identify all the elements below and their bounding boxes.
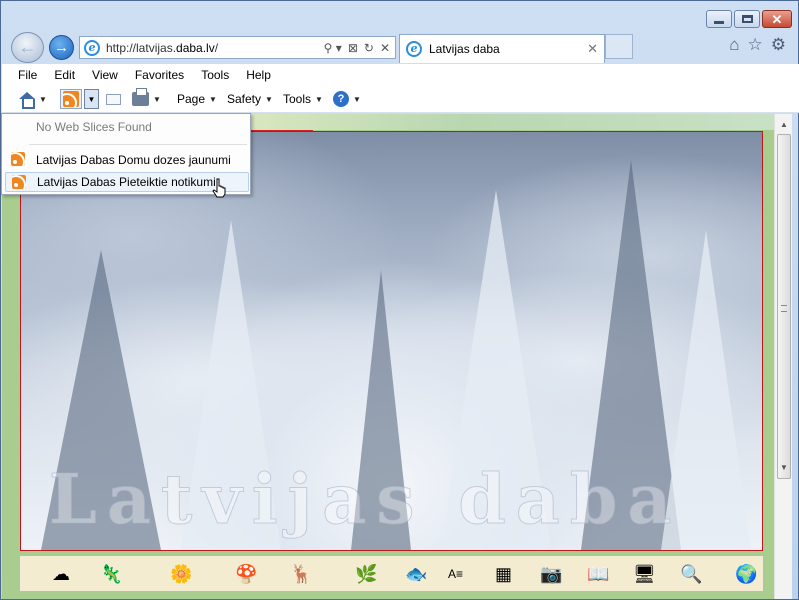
fish-icon[interactable]: 🐟	[405, 564, 427, 584]
tools-gear-icon[interactable]: ⚙	[771, 35, 786, 55]
tools-menu[interactable]: Tools ▼	[283, 89, 323, 109]
vertical-scrollbar[interactable]: ▲ ▼	[774, 114, 792, 599]
refresh-icon[interactable]: ↻	[364, 41, 374, 55]
dictionary-icon[interactable]: A≡	[448, 564, 463, 584]
weather-icon[interactable]: ☁	[52, 564, 70, 584]
address-bar[interactable]: e http://latvijas.daba.lv/ ⚲ ▾ ⊠ ↻ ✕	[79, 36, 396, 59]
tab-title: Latvijas daba	[429, 42, 500, 56]
mushroom-icon[interactable]: 🍄	[235, 564, 257, 584]
animals-icon[interactable]: 🦎	[100, 564, 122, 584]
help-menu[interactable]: ? ▼	[333, 89, 361, 109]
chevron-down-icon: ▼	[87, 94, 96, 104]
menu-bar: File Edit View Favorites Tools Help	[2, 64, 799, 85]
new-tab-button[interactable]	[605, 34, 633, 59]
feed-item-domu-dozes[interactable]: Latvijas Dabas Domu dozes jaunumi	[5, 150, 249, 170]
address-bar-icons: ⚲ ▾ ⊠ ↻ ✕	[324, 41, 395, 55]
menu-file[interactable]: File	[18, 68, 45, 82]
menu-favorites[interactable]: Favorites	[135, 68, 192, 82]
forward-button[interactable]: →	[49, 35, 74, 60]
menu-separator	[29, 144, 247, 145]
category-icon-bar: ☁ 🦎 🌼 🍄 🦌 🌿 🐟 A≡ ▦ 📷 📖 🖥 🔍 🌍	[20, 556, 763, 591]
url-prefix: http://latvijas.	[106, 40, 177, 55]
globe-icon[interactable]: 🌍	[735, 564, 757, 584]
stop-icon[interactable]: ✕	[380, 41, 390, 55]
rss-feed-icon	[12, 175, 26, 189]
camera-icon[interactable]: 📷	[540, 564, 562, 584]
maximize-icon	[741, 15, 753, 23]
url-suffix: /	[214, 40, 219, 55]
favorites-star-icon[interactable]: ☆	[748, 35, 763, 55]
page-menu-label: Page	[177, 92, 206, 106]
computer-icon[interactable]: 🖥	[633, 564, 656, 584]
scroll-up-icon[interactable]: ▲	[775, 116, 793, 133]
book-icon[interactable]: 📖	[587, 564, 609, 584]
chevron-down-icon: ▼	[265, 94, 273, 104]
feeds-dropdown-button[interactable]: ▼	[84, 89, 99, 109]
print-icon	[132, 88, 149, 106]
navigation-row: ← → e http://latvijas.daba.lv/ ⚲ ▾ ⊠ ↻ ✕…	[8, 31, 793, 63]
browser-window: ✕ ← → e http://latvijas.daba.lv/ ⚲ ▾ ⊠ ↻…	[0, 0, 799, 600]
home-icon[interactable]: ⌂	[729, 35, 739, 55]
feed-item-label: Latvijas Dabas Domu dozes jaunumi	[36, 153, 231, 167]
scroll-down-icon[interactable]: ▼	[775, 459, 793, 476]
safety-menu-label: Safety	[227, 92, 262, 106]
menu-view[interactable]: View	[92, 68, 126, 82]
scrollbar-grip	[781, 305, 787, 312]
deer-icon[interactable]: 🦌	[290, 564, 312, 584]
address-url[interactable]: http://latvijas.daba.lv/	[106, 41, 218, 55]
plants-icon[interactable]: 🌼	[170, 564, 192, 584]
no-web-slices-label: No Web Slices Found	[36, 120, 152, 134]
back-button[interactable]: ←	[11, 32, 44, 63]
compatibility-view-icon[interactable]: ⊠	[348, 41, 358, 55]
menu-help[interactable]: Help	[246, 68, 279, 82]
close-window-button[interactable]: ✕	[762, 10, 792, 28]
chevron-down-icon: ▼	[315, 94, 323, 104]
feeds-button[interactable]	[60, 89, 82, 109]
page-menu[interactable]: Page ▼	[177, 89, 217, 109]
ie-tab-icon: e	[406, 41, 422, 57]
safety-menu[interactable]: Safety ▼	[227, 89, 273, 109]
maximize-button[interactable]	[734, 10, 760, 28]
menu-tools[interactable]: Tools	[201, 68, 237, 82]
feeds-dropdown-command[interactable]: ▼	[84, 89, 99, 109]
url-domain: daba.lv	[176, 40, 215, 55]
tools-menu-label: Tools	[283, 92, 312, 106]
browser-right-icons: ⌂ ☆ ⚙	[729, 35, 786, 55]
nature-icon[interactable]: 🌿	[355, 564, 377, 584]
search-icon[interactable]: 🔍	[680, 564, 702, 584]
command-bar: ▼ ▼ ▼ Page ▼ Safety ▼ Tools ▼ ? ▼	[2, 85, 799, 113]
home-command-icon	[18, 91, 35, 109]
print-command[interactable]: ▼	[132, 88, 161, 109]
feeds-command[interactable]	[60, 89, 82, 109]
ie-page-icon: e	[84, 39, 100, 56]
window-caption-buttons: ✕	[706, 10, 792, 28]
search-dropdown-icon[interactable]: ⚲ ▾	[324, 41, 342, 55]
scrollbar-thumb[interactable]	[777, 134, 791, 479]
close-icon: ✕	[771, 11, 783, 27]
feed-item-label: Latvijas Dabas Pieteiktie notikumi	[37, 175, 216, 189]
forward-arrow-icon: →	[54, 39, 69, 56]
chevron-down-icon: ▼	[209, 94, 217, 104]
minimize-button[interactable]	[706, 10, 732, 28]
menu-edit[interactable]: Edit	[54, 68, 83, 82]
mail-icon	[106, 93, 121, 105]
back-arrow-icon: ←	[18, 37, 37, 57]
table-icon[interactable]: ▦	[495, 564, 512, 584]
rss-feed-icon	[11, 152, 25, 166]
minimize-icon	[714, 20, 724, 24]
chevron-down-icon: ▼	[39, 94, 47, 104]
hand-cursor-icon	[212, 178, 226, 198]
tab-latvijas-daba[interactable]: e Latvijas daba ✕	[399, 34, 605, 63]
home-command[interactable]: ▼	[18, 89, 47, 109]
chevron-down-icon: ▼	[153, 94, 161, 104]
site-logo-watermark: Latvijas daba	[48, 460, 682, 541]
rss-feed-icon	[63, 91, 79, 107]
no-web-slices-item: No Web Slices Found	[5, 117, 249, 137]
help-icon: ?	[333, 91, 349, 107]
chevron-down-icon: ▼	[353, 94, 361, 104]
read-mail-command[interactable]	[106, 89, 121, 109]
tab-close-icon[interactable]: ✕	[587, 41, 598, 57]
